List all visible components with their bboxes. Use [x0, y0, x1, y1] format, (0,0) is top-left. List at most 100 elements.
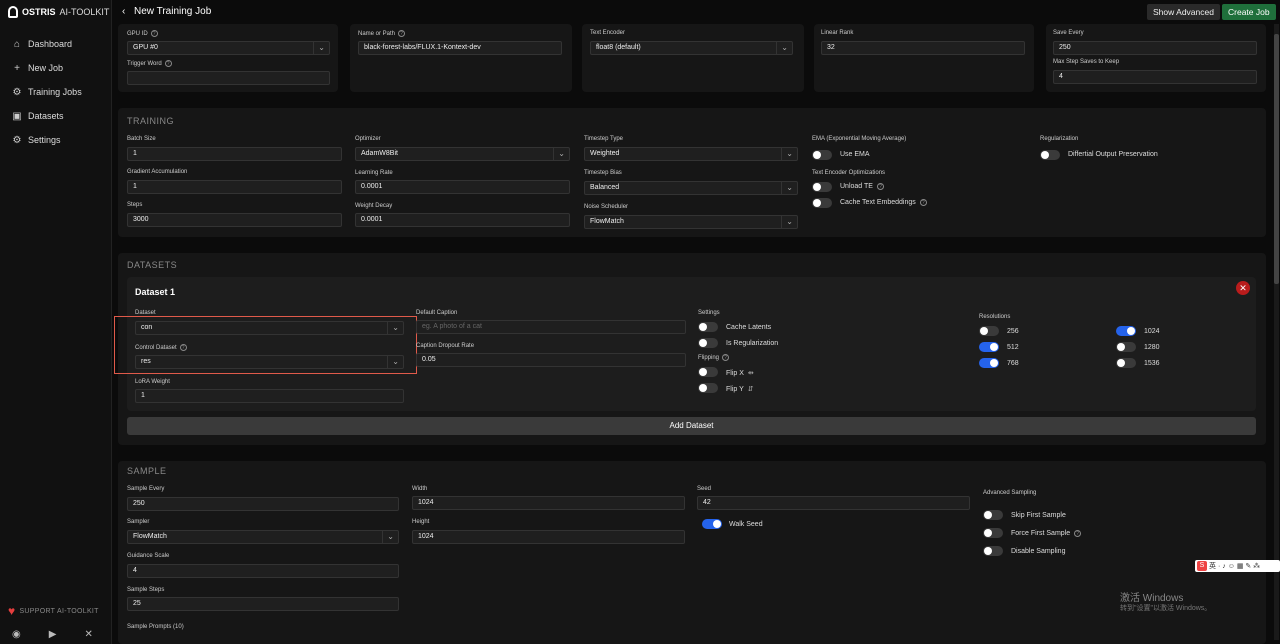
optimizer-label: Optimizer	[355, 136, 381, 142]
gpu-id-select[interactable]: GPU #0 ⌄	[127, 41, 330, 55]
back-chevron-icon[interactable]: ‹	[122, 6, 125, 17]
height-label: Height	[412, 519, 430, 525]
sidebar-item-training-jobs[interactable]: ⚙ Training Jobs	[12, 87, 82, 98]
force-first-label: Force First Sample?	[1011, 530, 1082, 537]
flip-y-toggle[interactable]	[698, 383, 718, 393]
training-section-title: TRAINING	[127, 116, 175, 126]
noise-scheduler-select[interactable]: FlowMatch ⌄	[584, 215, 798, 229]
chevron-down-icon: ⌄	[553, 148, 565, 160]
res-768-toggle[interactable]	[979, 358, 999, 368]
ema-label: EMA (Exponential Moving Average)	[812, 136, 907, 142]
guidance-scale-input[interactable]: 4	[127, 564, 399, 578]
guidance-scale-label: Guidance Scale	[127, 553, 170, 559]
save-every-input[interactable]: 250	[1053, 41, 1257, 55]
create-job-button[interactable]: Create Job	[1222, 4, 1276, 20]
sidebar-item-new-job[interactable]: + New Job	[12, 63, 64, 74]
sidebar-item-label: New Job	[28, 63, 64, 73]
max-saves-label: Max Step Saves to Keep	[1053, 59, 1120, 65]
timestep-bias-select[interactable]: Balanced ⌄	[584, 181, 798, 195]
sidebar-item-datasets[interactable]: ▣ Datasets	[12, 111, 63, 122]
walk-seed-toggle[interactable]	[702, 519, 722, 529]
use-ema-toggle[interactable]	[812, 150, 832, 160]
res-1024-label: 1024	[1144, 328, 1160, 335]
app-logo[interactable]: OSTRIS AI-TOOLKIT	[8, 6, 109, 18]
force-first-toggle[interactable]	[983, 528, 1003, 538]
res-1536-label: 1536	[1144, 360, 1160, 367]
dataset-card-title: Dataset 1	[135, 287, 176, 297]
save-every-label: Save Every	[1053, 30, 1084, 36]
lora-weight-input[interactable]: 1	[135, 389, 404, 403]
weight-decay-label: Weight Decay	[355, 203, 393, 209]
unload-te-toggle[interactable]	[812, 182, 832, 192]
x-icon[interactable]: ✕	[84, 629, 92, 640]
sampler-label: Sampler	[127, 519, 150, 525]
help-icon: ?	[150, 30, 158, 37]
optimizer-select[interactable]: AdamW8Bit ⌄	[355, 147, 570, 161]
sample-every-label: Sample Every	[127, 486, 165, 492]
walk-seed-label: Walk Seed	[729, 521, 763, 528]
remove-dataset-icon[interactable]: ✕	[1236, 281, 1250, 295]
scrollbar-thumb[interactable]	[1274, 34, 1279, 284]
ime-toolbar[interactable]: S 英 · ♪ ☺ ▦ ✎ ⁂	[1195, 560, 1280, 572]
res-1536-toggle[interactable]	[1116, 358, 1136, 368]
model-path-input[interactable]: black-forest-labs/FLUX.1-Kontext-dev	[358, 41, 562, 55]
batch-size-input[interactable]: 1	[127, 147, 342, 161]
text-encoder-select[interactable]: float8 (default) ⌄	[590, 41, 793, 55]
learning-rate-label: Learning Rate	[355, 170, 393, 176]
trigger-word-input[interactable]	[127, 71, 330, 85]
add-dataset-button[interactable]: Add Dataset	[127, 417, 1256, 435]
is-regularization-toggle[interactable]	[698, 338, 718, 348]
sample-panel	[118, 461, 1266, 644]
cache-text-emb-toggle[interactable]	[812, 198, 832, 208]
sampler-select[interactable]: FlowMatch ⌄	[127, 530, 399, 544]
support-link[interactable]: ♥ SUPPORT AI-TOOLKIT	[8, 604, 99, 618]
timestep-bias-label: Timestep Bias	[584, 170, 622, 176]
width-input[interactable]: 1024	[412, 496, 685, 510]
model-path-label: Name or Path?	[358, 30, 406, 37]
height-input[interactable]: 1024	[412, 530, 685, 544]
sidebar: OSTRIS AI-TOOLKIT ⌂ Dashboard + New Job …	[0, 0, 112, 644]
sample-steps-input[interactable]: 25	[127, 597, 399, 611]
datasets-section-title: DATASETS	[127, 260, 178, 270]
advanced-sampling-label: Advanced Sampling	[983, 490, 1037, 496]
res-256-label: 256	[1007, 328, 1019, 335]
social-links: ◉ ▶ ✕	[12, 629, 93, 640]
res-256-toggle[interactable]	[979, 326, 999, 336]
sample-every-input[interactable]: 250	[127, 497, 399, 511]
disable-sampling-toggle[interactable]	[983, 546, 1003, 556]
res-1280-toggle[interactable]	[1116, 342, 1136, 352]
show-advanced-button[interactable]: Show Advanced	[1147, 4, 1220, 20]
seed-input[interactable]: 42	[697, 496, 970, 510]
steps-input[interactable]: 3000	[127, 213, 342, 227]
res-512-toggle[interactable]	[979, 342, 999, 352]
default-caption-input[interactable]: eg. A photo of a cat	[416, 320, 686, 334]
sample-section-title: SAMPLE	[127, 466, 167, 476]
caption-dropout-input[interactable]: 0.05	[416, 353, 686, 367]
ime-mode: 英	[1209, 563, 1216, 570]
sidebar-item-settings[interactable]: ⚙ Settings	[12, 135, 61, 146]
sidebar-item-label: Dashboard	[28, 39, 73, 49]
ime-logo-icon: S	[1197, 561, 1207, 571]
discord-icon[interactable]: ◉	[12, 629, 21, 640]
flip-x-toggle[interactable]	[698, 367, 718, 377]
dop-toggle[interactable]	[1040, 150, 1060, 160]
top-bar: ‹ New Training Job Show Advanced Create …	[112, 0, 1280, 24]
youtube-icon[interactable]: ▶	[49, 629, 57, 640]
flip-x-label: Flip X ⇹	[726, 369, 754, 378]
grad-accum-input[interactable]: 1	[127, 180, 342, 194]
max-saves-input[interactable]: 4	[1053, 70, 1257, 84]
weight-decay-input[interactable]: 0.0001	[355, 213, 570, 227]
linear-rank-input[interactable]: 32	[821, 41, 1025, 55]
sample-prompts-label: Sample Prompts (10)	[127, 624, 184, 630]
chevron-down-icon: ⌄	[382, 531, 394, 543]
logo-icon	[8, 6, 18, 18]
scrollbar[interactable]	[1274, 24, 1279, 640]
timestep-type-select[interactable]: Weighted ⌄	[584, 147, 798, 161]
sidebar-item-dashboard[interactable]: ⌂ Dashboard	[12, 39, 73, 50]
chevron-down-icon: ⌄	[776, 42, 788, 54]
learning-rate-input[interactable]: 0.0001	[355, 180, 570, 194]
cache-latents-toggle[interactable]	[698, 322, 718, 332]
res-1024-toggle[interactable]	[1116, 326, 1136, 336]
skip-first-toggle[interactable]	[983, 510, 1003, 520]
activate-windows-sub: 转到"设置"以激活 Windows。	[1120, 605, 1212, 612]
